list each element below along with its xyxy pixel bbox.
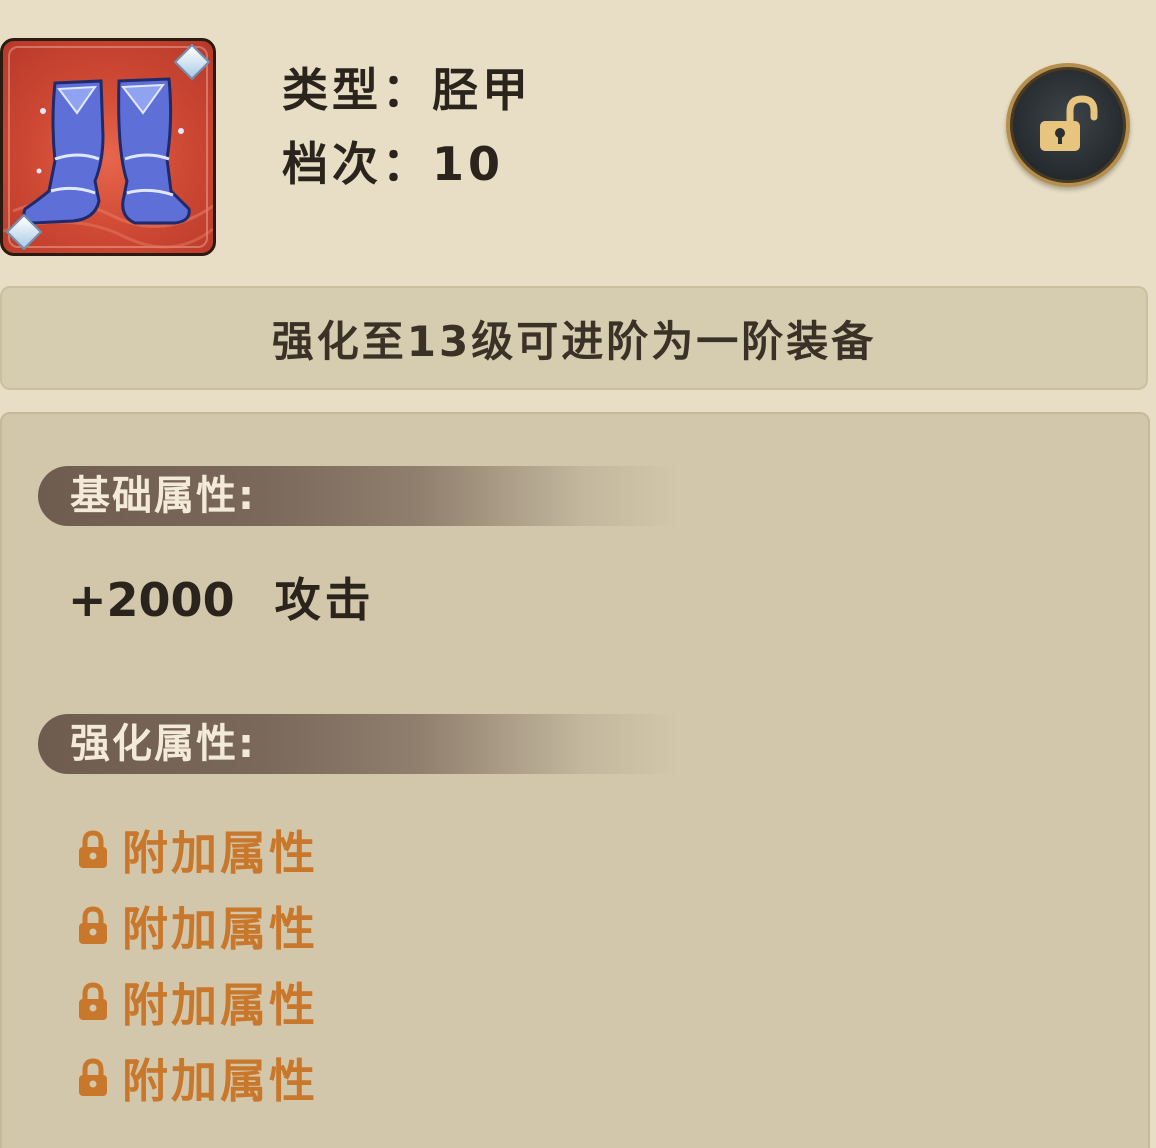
base-attribute-name: 攻击 [274,573,375,627]
locked-attribute-label: 附加属性 [122,978,318,1032]
locked-attribute-label: 附加属性 [122,826,318,880]
locked-attribute-row: 附加属性 [76,888,318,964]
attributes-panel: 基础属性: +2000 攻击 强化属性: 附加属性 附加属性 附加属性 附加属性 [0,412,1150,1148]
lock-toggle-button[interactable] [1006,63,1130,187]
enhance-attributes-heading: 强化属性: [38,714,678,774]
locked-attributes-list: 附加属性 附加属性 附加属性 附加属性 [76,812,318,1116]
base-attribute-value: +2000 [68,573,235,627]
base-attributes-heading: 基础属性: [38,466,678,526]
base-attribute-row: +2000 攻击 [68,564,375,630]
locked-attribute-label: 附加属性 [122,902,318,956]
padlock-icon [79,906,107,944]
upgrade-notice: 强化至13级可进阶为一阶装备 [0,286,1148,390]
greaves-boots-icon [0,38,216,256]
item-type-label: 类型：胫甲 [282,63,532,117]
locked-attribute-row: 附加属性 [76,964,318,1040]
item-tier-label: 档次：10 [282,137,505,191]
equipment-detail-page: 类型：胫甲 档次：10 强化至13级可进阶为一阶装备 基础属性: +2000 攻… [0,0,1156,1148]
locked-attribute-label: 附加属性 [122,1054,318,1108]
locked-attribute-row: 附加属性 [76,1040,318,1116]
padlock-icon [79,1058,107,1096]
padlock-icon [79,830,107,868]
unlock-padlock-icon [1040,95,1098,151]
padlock-icon [79,982,107,1020]
locked-attribute-row: 附加属性 [76,812,318,888]
